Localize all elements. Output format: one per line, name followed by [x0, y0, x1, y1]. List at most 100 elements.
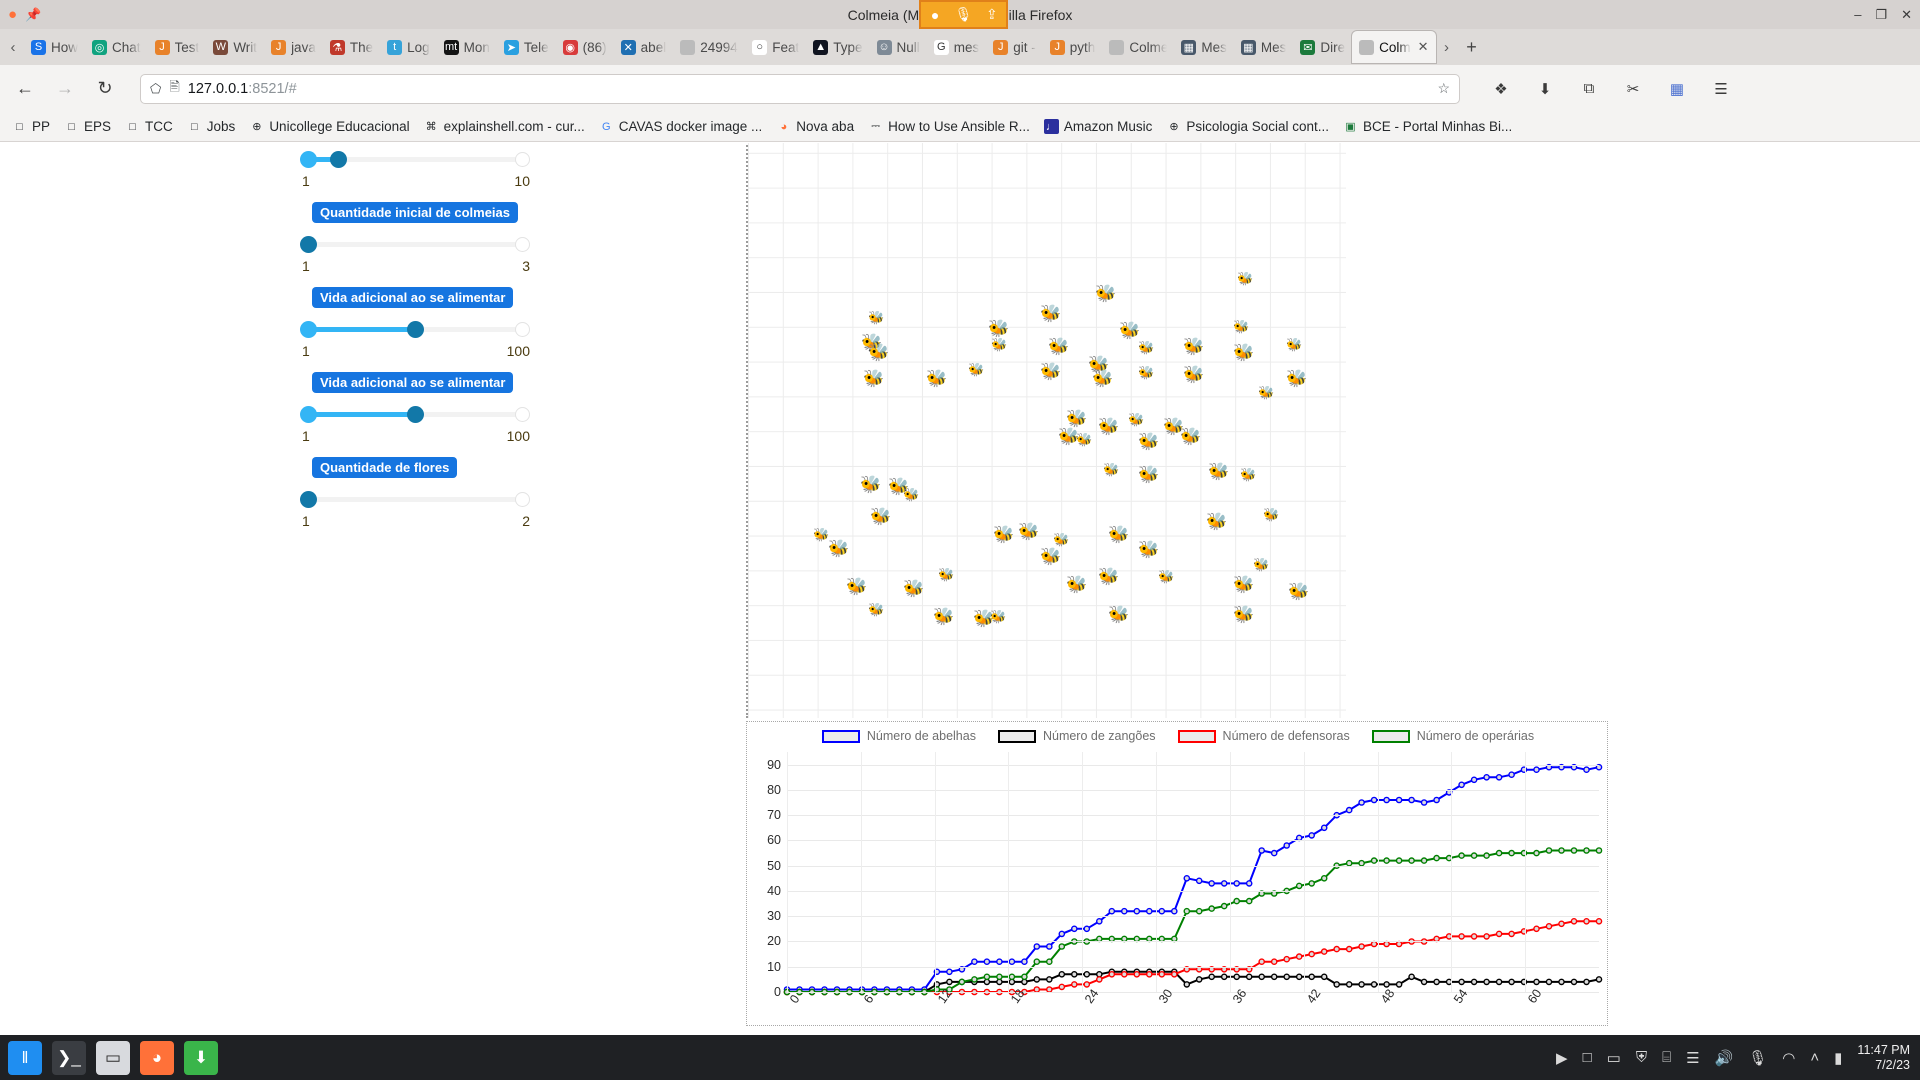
forward-button[interactable]: →	[52, 76, 78, 102]
reload-button[interactable]: ↻	[92, 76, 118, 102]
browser-tab-19[interactable]: ▦ Mes	[1174, 31, 1234, 63]
tab-scroll-left-icon[interactable]: ‹	[2, 39, 24, 56]
slider-label-badge[interactable]: Quantidade de flores	[312, 457, 458, 478]
volume-icon[interactable]: 🔊	[1715, 1049, 1734, 1067]
slider-handle-high[interactable]	[406, 321, 424, 338]
account-icon[interactable]: ▦	[1664, 76, 1690, 102]
new-tab-button[interactable]: +	[1458, 37, 1486, 58]
browser-tab-1[interactable]: ◎ Chat	[85, 31, 148, 63]
browser-tab-4[interactable]: Jjava	[264, 31, 323, 63]
bookmark-item-11[interactable]: ▣ BCE - Portal Minhas Bi...	[1343, 119, 1512, 134]
wifi-icon[interactable]: ◠	[1782, 1049, 1795, 1067]
url-bar[interactable]: ⬠ 🖹 127.0.0.1:8521/# ☆	[140, 73, 1460, 104]
downloads-icon[interactable]: ⬇	[1532, 76, 1558, 102]
bookmark-item-4[interactable]: ⊕ Unicollege Educacional	[249, 119, 409, 134]
slider-label-badge[interactable]: Vida adicional ao se alimentar	[312, 287, 514, 308]
simulation-canvas[interactable]: 🐝 🐝 🐝 🐝 🐝 🐝 🐝 🐝 🐝 🐝 🐝 🐝 🐝 🐝 🐝 🐝 🐝 🐝 🐝 🐝 🐝 🐝 🐝 🐝 🐝 🐝 🐝 🐝 🐝 🐝 🐝 🐝 🐝 🐝 🐝 🐝 🐝 🐝 🐝 🐝…	[746, 143, 1346, 718]
shield-icon[interactable]: ⬠	[150, 81, 161, 97]
bookmark-item-10[interactable]: ⊕ Psicologia Social cont...	[1166, 119, 1329, 134]
browser-tab-15[interactable]: Gmes	[927, 31, 987, 63]
minimize-button[interactable]: –	[1854, 7, 1861, 22]
close-button[interactable]: ✕	[1901, 7, 1912, 23]
app-downloads[interactable]: ⬇	[184, 1040, 218, 1075]
back-button[interactable]: ←	[12, 76, 38, 102]
slider-track[interactable]	[300, 242, 530, 247]
slider-handle-high[interactable]	[300, 491, 317, 508]
tab-close-icon[interactable]: ✕	[1418, 39, 1429, 55]
chart-gridline-h	[787, 865, 1599, 867]
bookmark-item-7[interactable]: ◕ Nova aba	[776, 119, 854, 134]
slider-colmeias[interactable]: 1 10	[300, 143, 530, 202]
slider-handle-low[interactable]	[300, 321, 317, 338]
taskbar-clock[interactable]: 11:47 PM 7/2/23	[1857, 1043, 1910, 1072]
clipboard-icon[interactable]: ☰	[1686, 1049, 1699, 1067]
legend-item-3[interactable]: Número de operárias	[1371, 729, 1534, 743]
browser-tab-0[interactable]: S How	[24, 31, 85, 63]
browser-tab-20[interactable]: ▦ Mes	[1234, 31, 1294, 63]
app-terminal[interactable]: ❯_	[52, 1040, 86, 1075]
browser-tab-17[interactable]: Jpyth	[1043, 31, 1103, 63]
shield-icon[interactable]: ⛨	[1636, 1049, 1647, 1066]
slider-ultimo[interactable]: 12	[300, 483, 530, 542]
slider-label-badge[interactable]: Vida adicional ao se alimentar	[312, 372, 514, 393]
display-icon[interactable]: ▭	[1607, 1049, 1621, 1067]
slider-label-badge[interactable]: Quantidade inicial de colmeias	[312, 202, 519, 223]
browser-tab-12[interactable]: ○ Feat	[745, 31, 806, 63]
tab-scroll-right-icon[interactable]: ›	[1436, 39, 1458, 56]
slider-vida-adicional-2[interactable]: 1 100	[300, 313, 530, 372]
browser-tab-6[interactable]: t Log	[380, 31, 437, 63]
browser-tab-2[interactable]: J Test	[148, 31, 207, 63]
browser-tab-21[interactable]: ✉ Dire	[1293, 31, 1352, 63]
window-icon[interactable]: □	[1583, 1049, 1592, 1066]
browser-tab-13[interactable]: ▲ Type	[806, 31, 869, 63]
media-play-icon[interactable]: ▶	[1556, 1049, 1568, 1067]
legend-item-2[interactable]: Número de defensoras	[1177, 729, 1350, 743]
slider-handle-high[interactable]	[329, 151, 347, 168]
browser-tab-7[interactable]: mt Mon	[437, 31, 497, 63]
bookmark-item-8[interactable]: ⎓ How to Use Ansible R...	[868, 119, 1030, 134]
slider-handle-low[interactable]	[300, 151, 317, 168]
bookmark-item-1[interactable]: □ EPS	[64, 119, 111, 134]
browser-tab-3[interactable]: W Writ	[206, 31, 264, 63]
bookmark-item-2[interactable]: □ TCC	[125, 119, 173, 134]
slider-flores[interactable]: 1 100	[300, 398, 530, 457]
microphone-icon[interactable]: 🎙	[949, 6, 977, 23]
bookmark-item-9[interactable]: ♩ Amazon Music	[1043, 119, 1152, 134]
app-files[interactable]: ▭	[96, 1040, 130, 1075]
bookmark-item-3[interactable]: □ Jobs	[187, 119, 235, 134]
legend-item-1[interactable]: Número de zangões	[997, 729, 1156, 743]
bookmark-item-5[interactable]: ⌘ explainshell.com - cur...	[424, 119, 585, 134]
slider-vida-adicional-1[interactable]: 13	[300, 228, 530, 287]
slider-handle-high[interactable]	[300, 236, 317, 253]
battery-icon[interactable]: ▮	[1834, 1049, 1842, 1067]
browser-tab-9[interactable]: ◉ (86)	[556, 31, 614, 63]
bookmark-item-0[interactable]: □ PP	[12, 119, 50, 134]
browser-tab-16[interactable]: Jgit -	[986, 31, 1043, 63]
menu-icon[interactable]: ☰	[1708, 76, 1734, 102]
container-icon[interactable]: ⧉	[1576, 76, 1602, 102]
app-firefox[interactable]: ◕	[140, 1040, 174, 1075]
screen-share-icon[interactable]: ⇪	[978, 6, 1006, 23]
browser-tab-22[interactable]: Colm ✕	[1352, 31, 1436, 63]
slider-track[interactable]	[300, 497, 530, 502]
browser-tab-5[interactable]: ⚗ The	[323, 31, 380, 63]
browser-tab-10[interactable]: ✕ abel	[614, 31, 674, 63]
archive-icon[interactable]: ⌸	[1662, 1049, 1671, 1066]
slider-handle-low[interactable]	[300, 406, 317, 423]
browser-tab-18[interactable]: Colmei	[1102, 31, 1174, 63]
screen-share-indicator[interactable]: ● 🎙 ⇪	[919, 0, 1008, 29]
pocket-icon[interactable]: ❖	[1488, 76, 1514, 102]
legend-item-0[interactable]: Número de abelhas	[821, 729, 976, 743]
browser-tab-11[interactable]: 249948	[673, 31, 745, 63]
taskbar-tray: ▶ □ ▭ ⛨ ⌸ ☰ 🔊 🎙 ◠ ˄ ▮ 11:47 PM 7/2/23	[1556, 1043, 1920, 1072]
browser-tab-8[interactable]: ➤ Tele	[497, 31, 556, 63]
chevron-up-icon[interactable]: ˄	[1810, 1049, 1819, 1066]
maximize-button[interactable]: ❐	[1875, 7, 1887, 23]
browser-tab-14[interactable]: ☺ Null	[870, 31, 927, 63]
microphone-icon[interactable]: 🎙	[1748, 1049, 1767, 1067]
app-stats[interactable]: ‖	[8, 1040, 42, 1075]
slider-handle-high[interactable]	[406, 406, 424, 423]
bookmark-item-6[interactable]: G CAVAS docker image ...	[599, 119, 762, 134]
extension-icon[interactable]: ✂	[1620, 76, 1646, 102]
bookmark-star-icon[interactable]: ☆	[1437, 80, 1450, 97]
